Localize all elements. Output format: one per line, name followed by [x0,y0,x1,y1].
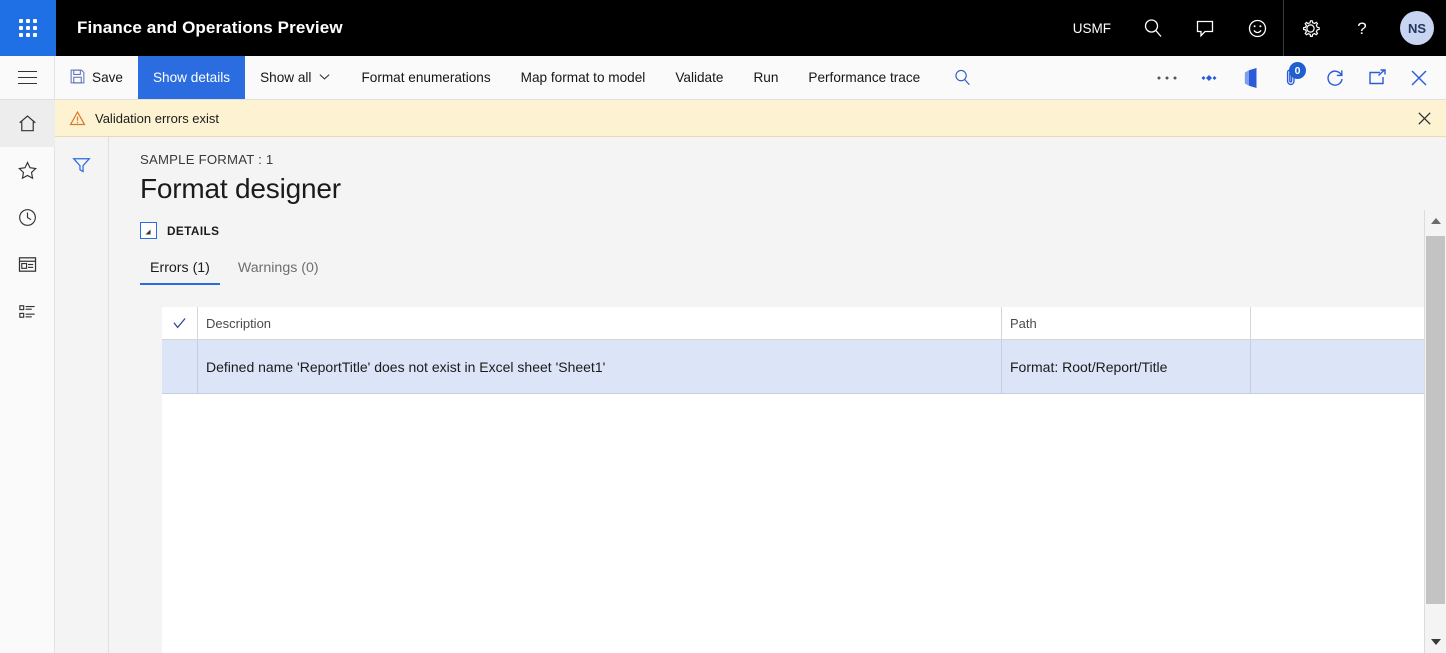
sidebar-item-workspaces[interactable] [0,241,55,288]
chevron-down-icon [318,70,331,86]
scroll-down-arrow-icon[interactable] [1425,631,1446,653]
show-all-label: Show all [260,70,312,85]
errors-grid: Description Path Defined name 'ReportTit… [162,307,1431,653]
vertical-scrollbar[interactable] [1424,210,1446,653]
top-app-bar: Finance and Operations Preview USMF ? NS [0,0,1446,56]
run-label: Run [753,70,779,85]
collapse-triangle-icon[interactable] [140,222,157,239]
column-header-path[interactable]: Path [1002,307,1251,339]
sidebar-item-home[interactable] [0,100,55,147]
save-icon [70,69,85,87]
sidebar-item-modules[interactable] [0,288,55,335]
map-format-to-model-label: Map format to model [520,70,646,85]
validate-button[interactable]: Validate [660,56,738,99]
scroll-thumb[interactable] [1425,236,1445,604]
app-launcher-button[interactable] [0,0,56,56]
avatar: NS [1400,11,1434,45]
sidebar-item-recent[interactable] [0,194,55,241]
command-bar: Save Show details Show all Format enumer… [0,56,1446,100]
open-in-office-icon[interactable] [1230,56,1272,99]
details-tabs: Errors (1) Warnings (0) [140,256,1446,285]
show-details-label: Show details [152,70,231,85]
format-enumerations-label: Format enumerations [361,70,491,85]
cell-description: Defined name 'ReportTitle' does not exis… [198,340,1002,393]
tab-warnings[interactable]: Warnings (0) [228,256,329,285]
row-select-cell[interactable] [162,340,198,393]
close-icon[interactable] [1398,56,1440,99]
main-content: SAMPLE FORMAT : 1 Format designer DETAIL… [109,137,1446,653]
toolbar-search-icon[interactable] [935,56,989,99]
sidebar-item-favorites[interactable] [0,147,55,194]
filter-panel [55,137,109,653]
show-details-button[interactable]: Show details [137,56,246,99]
run-button[interactable]: Run [738,56,793,99]
command-bar-right-actions: 0 [1146,56,1446,99]
validation-message-text: Validation errors exist [95,110,220,126]
attachments-icon[interactable]: 0 [1272,56,1314,99]
scroll-up-arrow-icon[interactable] [1425,210,1446,232]
show-all-button[interactable]: Show all [245,56,346,99]
app-bar-actions: USMF ? NS [1057,0,1446,56]
save-button[interactable]: Save [55,56,138,99]
feedback-smiley-icon[interactable] [1231,0,1283,56]
details-section-header: DETAILS [140,222,1446,239]
select-all-checkmark-icon[interactable] [162,307,198,339]
app-title: Finance and Operations Preview [77,18,343,37]
grid-header-row: Description Path [162,307,1431,340]
user-avatar-button[interactable]: NS [1388,0,1446,56]
scroll-track[interactable] [1425,232,1446,631]
gear-icon[interactable] [1284,0,1336,56]
message-bar-close-icon[interactable] [1402,100,1446,136]
search-icon[interactable] [1127,0,1179,56]
help-icon[interactable]: ? [1336,0,1388,56]
filter-funnel-icon[interactable] [65,150,99,180]
map-format-to-model-button[interactable]: Map format to model [506,56,661,99]
popout-icon[interactable] [1356,56,1398,99]
validate-label: Validate [675,70,724,85]
format-enumerations-button[interactable]: Format enumerations [346,56,505,99]
company-selector[interactable]: USMF [1057,0,1127,56]
svg-text:?: ? [1357,19,1366,38]
validation-message-bar: Validation errors exist [55,100,1446,137]
app-launcher-icon [19,19,37,37]
save-button-label: Save [92,70,123,85]
warning-triangle-icon [69,110,86,127]
breadcrumb: SAMPLE FORMAT : 1 [140,152,274,167]
tab-errors[interactable]: Errors (1) [140,256,220,285]
attachments-badge: 0 [1289,62,1306,79]
share-diamond-icon[interactable] [1188,56,1230,99]
performance-trace-label: Performance trace [808,70,921,85]
refresh-icon[interactable] [1314,56,1356,99]
cell-path: Format: Root/Report/Title [1002,340,1251,393]
column-header-description[interactable]: Description [198,307,1002,339]
overflow-ellipsis-icon[interactable] [1146,56,1188,99]
details-section-label: DETAILS [167,223,220,238]
navigation-menu-icon[interactable] [0,56,55,99]
message-icon[interactable] [1179,0,1231,56]
page-title: Format designer [140,173,341,204]
left-nav-rail [0,100,55,653]
table-row[interactable]: Defined name 'ReportTitle' does not exis… [162,340,1431,394]
performance-trace-button[interactable]: Performance trace [793,56,935,99]
